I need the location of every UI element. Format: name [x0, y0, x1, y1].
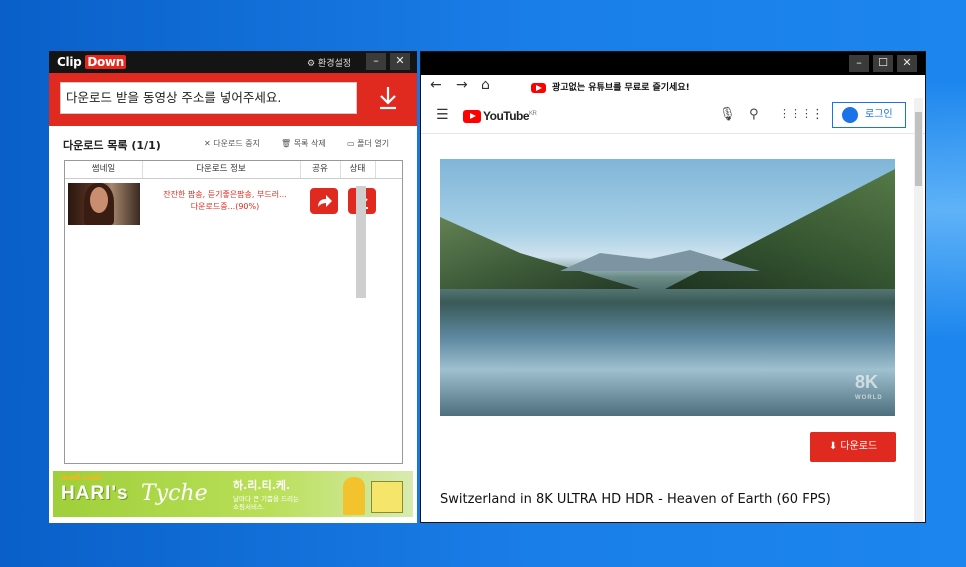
stop-download-button[interactable]: ✕ 다운로드 중지 [204, 138, 260, 149]
open-folder-button[interactable]: ▭ 폴더 열기 [347, 138, 389, 149]
banner-mall-text: mall.com [61, 473, 102, 482]
banner-subtext: 날마다 큰 기쁨을 드리는 쇼핑서비스. [233, 495, 299, 511]
more-options-icon[interactable]: ⋮ [811, 107, 824, 122]
url-input[interactable]: 다운로드 받을 동영상 주소를 넣어주세요. [60, 82, 357, 114]
ad-banner[interactable]: mall.com HARI's Tyche 하.리.티.케. 날마다 큰 기쁨을… [53, 471, 413, 517]
youtube-logo-icon [463, 110, 481, 124]
download-arrow-icon[interactable] [377, 85, 399, 111]
browser-window: – ☐ ✕ ← → ⌂ 광고없는 유튜브를 무료로 즐기세요! ☰ YouTub… [420, 51, 926, 523]
banner-subtext-line1: 날마다 큰 기쁨을 드리는 [233, 495, 299, 503]
logo-clip-text: Clip [57, 55, 82, 69]
promo-link[interactable]: 광고없는 유튜브를 무료로 즐기세요! [531, 80, 690, 93]
video-mountain-left [440, 217, 640, 289]
youtube-logo[interactable]: YouTubeKR [463, 109, 537, 124]
browser-close-button[interactable]: ✕ [897, 55, 917, 72]
divider-handle[interactable] [356, 186, 366, 298]
browser-scrollbar[interactable] [914, 98, 923, 522]
column-thumbnail: 썸네일 [65, 161, 143, 179]
browser-titlebar: – ☐ ✕ [421, 52, 925, 75]
browser-maximize-button[interactable]: ☐ [873, 55, 893, 72]
banner-subtext-line2: 쇼핑서비스. [233, 503, 265, 511]
download-table: 썸네일 다운로드 정보 공유 상태 잔잔한 팝송, 듣기좋은팝송, 부드러...… [64, 160, 403, 464]
video-mountain-right [665, 169, 895, 289]
close-button[interactable]: ✕ [390, 53, 410, 70]
logo-down-text: Down [85, 55, 126, 69]
banner-haris-text: HARI's [61, 483, 129, 504]
8k-badge-big: 8K [855, 372, 879, 392]
menu-icon[interactable]: ☰ [436, 107, 449, 123]
forward-icon[interactable]: → [456, 77, 468, 93]
microphone-icon[interactable]: 🎙 [719, 107, 736, 122]
search-icon[interactable]: ⚲ [749, 107, 759, 122]
promo-text: 광고없는 유튜브를 무료로 즐기세요! [552, 83, 690, 93]
8k-badge: 8K WORLD [855, 372, 883, 406]
download-icon: ⬇ [828, 441, 841, 452]
delete-list-button[interactable]: 🗑 목록 삭제 [281, 138, 326, 149]
youtube-play-icon [531, 82, 546, 93]
video-download-label: 다운로드 [840, 441, 878, 452]
download-list-title: 다운로드 목록 (1/1) [63, 139, 161, 152]
download-info: 잔잔한 팝송, 듣기좋은팝송, 부드러... 다운로드중...(90%) [145, 189, 305, 213]
browser-navbar: ← → ⌂ 광고없는 유튜브를 무료로 즐기세요! [421, 75, 925, 97]
browser-minimize-button[interactable]: – [849, 55, 869, 72]
youtube-region: KR [529, 111, 537, 117]
youtube-logo-text: YouTube [483, 109, 530, 123]
login-label: 로그인 [865, 109, 893, 120]
banner-tyche-text: Tyche [141, 481, 208, 506]
minimize-button[interactable]: – [366, 53, 386, 70]
banner-cart [371, 481, 403, 513]
clipdown-logo: Clip Down [57, 55, 126, 69]
settings-button[interactable]: ⚙ 환경설정 [307, 56, 351, 69]
column-spacer [375, 161, 402, 179]
browser-scrollbar-thumb[interactable] [915, 112, 922, 186]
column-status: 상태 [340, 161, 376, 179]
column-share: 공유 [300, 161, 341, 179]
video-thumbnail [68, 183, 140, 225]
account-icon [842, 107, 858, 123]
download-progress-text: 다운로드중...(90%) [190, 202, 260, 211]
video-download-button[interactable]: ⬇ 다운로드 [810, 432, 896, 462]
apps-grid-icon[interactable]: ⋮⋮⋮ [779, 107, 812, 120]
login-button[interactable]: 로그인 [832, 102, 906, 128]
column-info: 다운로드 정보 [142, 161, 301, 179]
video-player[interactable]: 8K WORLD [440, 159, 895, 416]
share-arrow-icon [318, 195, 332, 207]
banner-tagline: 하.리.티.케. [233, 479, 291, 492]
download-title: 잔잔한 팝송, 듣기좋은팝송, 부드러... [163, 190, 287, 199]
home-icon[interactable]: ⌂ [481, 77, 490, 93]
clipdown-titlebar: Clip Down ⚙ 환경설정 – ✕ [49, 51, 417, 73]
video-title: Switzerland in 8K ULTRA HD HDR - Heaven … [440, 492, 831, 507]
back-icon[interactable]: ← [430, 77, 442, 93]
thumbnail-face [90, 187, 108, 213]
8k-badge-small: WORLD [855, 395, 883, 401]
banner-mascot [343, 477, 365, 515]
share-button[interactable] [310, 188, 338, 214]
youtube-header: ☰ YouTubeKR 🎙 ⚲ ⋮⋮⋮ ⋮ 로그인 [421, 97, 925, 134]
url-bar-area: 다운로드 받을 동영상 주소를 넣어주세요. [49, 73, 417, 126]
